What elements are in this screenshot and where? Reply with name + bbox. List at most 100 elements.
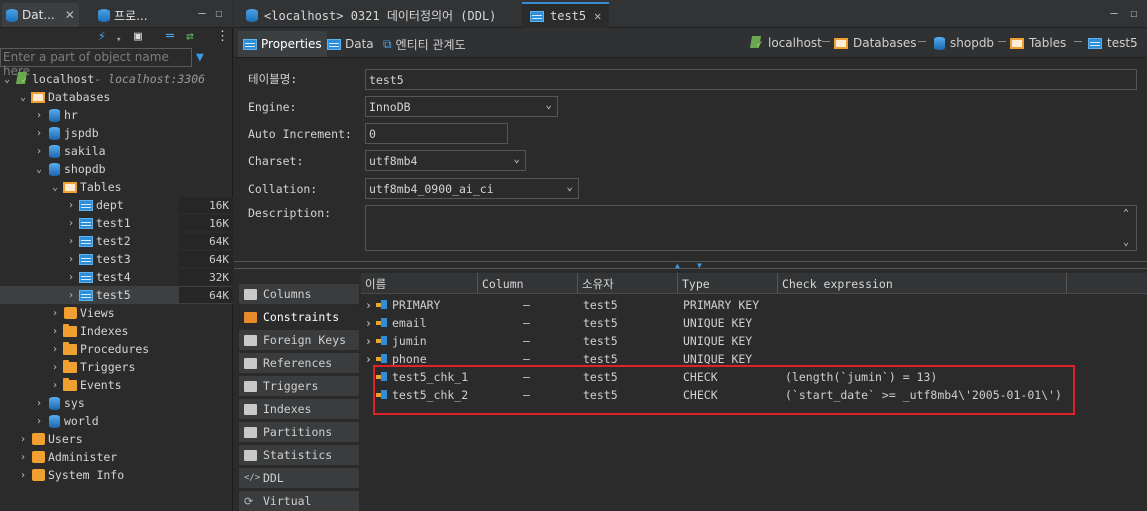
link-editor-icon[interactable]: ⇄: [186, 29, 194, 45]
tree-node-database[interactable]: › hr: [0, 106, 233, 124]
tree-node-database[interactable]: › world: [0, 412, 233, 430]
table-row[interactable]: test5_chk_1 — test5 CHECK (length(`jumin…: [361, 368, 1147, 386]
tree-node-administer[interactable]: › Administer: [0, 448, 233, 466]
filter-icon[interactable]: ▼: [196, 50, 204, 65]
table-row[interactable]: › email — test5 UNIQUE KEY: [361, 314, 1147, 332]
tree-node-events[interactable]: › Events: [0, 376, 233, 394]
chevron-right-icon[interactable]: ›: [32, 146, 46, 157]
tab-columns[interactable]: Columns: [238, 283, 360, 305]
tab-statistics[interactable]: Statistics: [238, 444, 360, 466]
tab-constraints[interactable]: Constraints: [238, 306, 360, 328]
column-header-column[interactable]: Column: [478, 273, 578, 294]
chevron-down-icon[interactable]: ⌄: [32, 164, 46, 175]
chevron-right-icon[interactable]: ›: [32, 110, 46, 121]
chevron-right-icon[interactable]: ›: [48, 344, 62, 355]
chevron-right-icon[interactable]: ›: [16, 434, 30, 445]
column-header-type[interactable]: Type: [678, 273, 778, 294]
chevron-right-icon[interactable]: ›: [48, 380, 62, 391]
table-row[interactable]: › phone — test5 UNIQUE KEY: [361, 350, 1147, 368]
chevron-right-icon[interactable]: ›: [48, 326, 62, 337]
collapse-down-icon[interactable]: ▼: [697, 261, 702, 270]
tab-references[interactable]: References: [238, 352, 360, 374]
chevron-down-icon[interactable]: ⌄: [48, 182, 62, 193]
tree-node-table[interactable]: › test4 32K: [0, 268, 233, 286]
breadcrumb-table[interactable]: test5: [1088, 33, 1138, 53]
tab-ddl-script[interactable]: <localhost> 0321 데이터정의어 (DDL): [238, 2, 504, 28]
tree-node-database[interactable]: › jspdb: [0, 124, 233, 142]
new-folder-icon[interactable]: ▣: [134, 29, 142, 45]
chevron-right-icon[interactable]: ›: [16, 452, 30, 463]
tab-foreign-keys[interactable]: Foreign Keys: [238, 329, 360, 351]
tree-node-table[interactable]: › test2 64K: [0, 232, 233, 250]
tree-node-triggers[interactable]: › Triggers: [0, 358, 233, 376]
tab-data[interactable]: Data: [322, 31, 379, 57]
collation-select[interactable]: utf8mb4_0900_ai_ci ⌄: [365, 178, 579, 199]
minimize-icon[interactable]: —: [1107, 6, 1121, 20]
maximize-icon[interactable]: ☐: [1127, 6, 1141, 20]
collapse-up-icon[interactable]: ▲: [675, 261, 680, 270]
table-row[interactable]: test5_chk_2 — test5 CHECK (`start_date` …: [361, 386, 1147, 404]
tab-database-navigator[interactable]: Dat... ✕: [2, 3, 79, 27]
breadcrumb-database[interactable]: shopdb: [934, 33, 994, 53]
breadcrumb-tables[interactable]: Tables: [1010, 33, 1066, 53]
engine-select[interactable]: InnoDB ⌄: [365, 96, 558, 117]
tree-node-tables[interactable]: ⌄ Tables: [0, 178, 233, 196]
table-row[interactable]: › jumin — test5 UNIQUE KEY: [361, 332, 1147, 350]
close-icon[interactable]: ✕: [594, 9, 601, 23]
table-name-field[interactable]: test5: [365, 69, 1137, 90]
chevron-right-icon[interactable]: ›: [32, 398, 46, 409]
tree-node-indexes[interactable]: › Indexes: [0, 322, 233, 340]
chevron-right-icon[interactable]: ›: [64, 272, 78, 283]
chevron-right-icon[interactable]: ›: [64, 254, 78, 265]
column-header-owner[interactable]: 소유자: [578, 273, 678, 294]
chevron-right-icon[interactable]: ›: [48, 308, 62, 319]
object-filter-input[interactable]: Enter a part of object name here: [0, 48, 192, 78]
chevron-right-icon[interactable]: ›: [32, 416, 46, 427]
chevron-right-icon[interactable]: ›: [32, 128, 46, 139]
close-icon[interactable]: ✕: [65, 8, 75, 22]
chevron-right-icon[interactable]: ›: [64, 290, 78, 301]
tab-er-diagram[interactable]: ⧉ 엔티티 관계도: [378, 31, 471, 57]
panel-splitter[interactable]: ▲ ▼: [234, 261, 1147, 270]
tab-ddl[interactable]: </> DDL: [238, 467, 360, 489]
description-scrollbar[interactable]: ⌃ ⌄: [1120, 206, 1136, 250]
collapse-all-icon[interactable]: ═: [166, 29, 174, 45]
description-textarea[interactable]: ⌃ ⌄: [365, 205, 1137, 251]
chevron-down-icon[interactable]: ▾: [116, 32, 121, 48]
chevron-right-icon[interactable]: ›: [365, 316, 372, 330]
tab-projects[interactable]: 프로...: [98, 3, 148, 27]
tree-node-system-info[interactable]: › System Info: [0, 466, 233, 484]
tab-indexes[interactable]: Indexes: [238, 398, 360, 420]
chevron-down-icon[interactable]: ⌄: [16, 92, 30, 103]
tree-node-table-selected[interactable]: › test5 64K: [0, 286, 233, 304]
chevron-down-icon[interactable]: ⌄: [1123, 237, 1129, 248]
charset-select[interactable]: utf8mb4 ⌄: [365, 150, 526, 171]
chevron-up-icon[interactable]: ⌃: [1123, 208, 1129, 219]
tree-node-users[interactable]: › Users: [0, 430, 233, 448]
tree-node-databases[interactable]: ⌄ Databases: [0, 88, 233, 106]
breadcrumb-databases[interactable]: Databases: [834, 33, 917, 53]
chevron-right-icon[interactable]: ›: [64, 236, 78, 247]
chevron-right-icon[interactable]: ›: [48, 362, 62, 373]
column-header-name[interactable]: 이름: [361, 273, 478, 294]
tab-test5[interactable]: test5 ✕: [522, 2, 610, 28]
breadcrumb-server[interactable]: localhost: [750, 33, 822, 53]
chevron-down-icon[interactable]: ⌄: [0, 74, 14, 85]
more-menu-icon[interactable]: ⋮: [216, 29, 229, 45]
tree-node-views[interactable]: › Views: [0, 304, 233, 322]
chevron-right-icon[interactable]: ›: [365, 352, 372, 366]
minimize-icon[interactable]: —: [195, 6, 209, 20]
column-header-check-expression[interactable]: Check expression: [778, 273, 1067, 294]
chevron-right-icon[interactable]: ›: [365, 298, 372, 312]
tree-node-table[interactable]: › dept 16K: [0, 196, 233, 214]
tree-node-server[interactable]: ⌄ localhost - localhost:3306: [0, 70, 233, 88]
tree-node-database[interactable]: › sys: [0, 394, 233, 412]
connect-icon[interactable]: ⚡: [98, 29, 106, 45]
tab-virtual[interactable]: ⟳ Virtual: [238, 490, 360, 511]
tab-triggers[interactable]: Triggers: [238, 375, 360, 397]
tab-properties[interactable]: Properties: [238, 31, 327, 57]
maximize-icon[interactable]: ☐: [212, 6, 226, 20]
tree-node-database[interactable]: ⌄ shopdb: [0, 160, 233, 178]
chevron-right-icon[interactable]: ›: [365, 334, 372, 348]
chevron-right-icon[interactable]: ›: [64, 218, 78, 229]
